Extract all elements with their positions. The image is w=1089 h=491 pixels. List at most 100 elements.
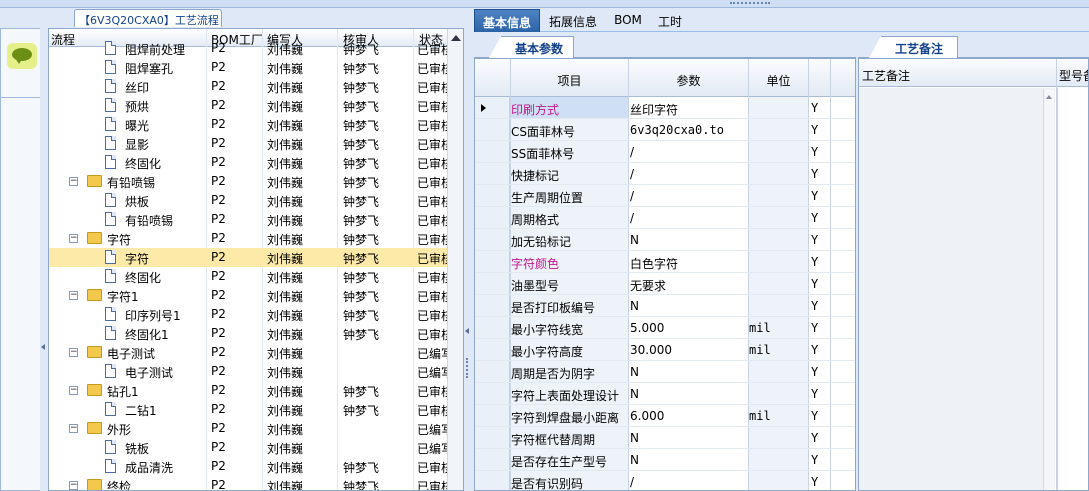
row-indicator[interactable] bbox=[475, 251, 510, 272]
tree-row[interactable]: 有铅喷锡 P2 刘伟巍 钟梦飞 已审核 bbox=[49, 210, 463, 229]
row-indicator[interactable] bbox=[475, 427, 510, 448]
param-row[interactable]: 生产周期位置 / Y bbox=[475, 185, 855, 207]
collapse-icon[interactable]: − bbox=[69, 386, 78, 395]
column-header-model-notes[interactable]: 型号备 bbox=[1059, 67, 1088, 84]
collapse-icon[interactable]: − bbox=[69, 424, 78, 433]
tree-row[interactable]: 终固化 P2 刘伟巍 钟梦飞 已审核 bbox=[49, 153, 463, 172]
row-indicator[interactable] bbox=[475, 317, 510, 338]
param-value-cell[interactable]: 无要求 bbox=[630, 277, 747, 294]
row-indicator[interactable] bbox=[475, 339, 510, 360]
tree-row[interactable]: 二钻1 P2 刘伟巍 钟梦飞 已审核 bbox=[49, 400, 463, 419]
param-value-cell[interactable]: / bbox=[630, 211, 747, 225]
param-value-cell[interactable]: 5.000 bbox=[630, 321, 747, 335]
collapse-icon[interactable]: − bbox=[69, 234, 78, 243]
row-indicator[interactable] bbox=[475, 141, 510, 162]
param-value-cell[interactable]: / bbox=[630, 167, 747, 181]
column-header-param[interactable]: 参数 bbox=[629, 72, 748, 89]
row-indicator[interactable] bbox=[475, 185, 510, 206]
param-row[interactable]: 最小字符高度 30.000 mil Y bbox=[475, 339, 855, 361]
collapse-icon[interactable]: − bbox=[69, 348, 78, 357]
param-value-cell[interactable]: / bbox=[630, 475, 747, 489]
process-notes-area[interactable] bbox=[859, 88, 1055, 490]
param-value-cell[interactable]: 30.000 bbox=[630, 343, 747, 357]
chat-icon[interactable] bbox=[7, 43, 37, 69]
param-row[interactable]: CS面菲林号 6v3q20cxa0.to Y bbox=[475, 119, 855, 141]
column-header-process-notes[interactable]: 工艺备注 bbox=[862, 67, 910, 84]
model-notes-area[interactable] bbox=[1057, 88, 1088, 490]
tree-row[interactable]: − 钻孔1 P2 刘伟巍 钟梦飞 已审核 bbox=[49, 381, 463, 400]
scroll-up-icon[interactable] bbox=[451, 35, 461, 41]
tree-row[interactable]: 铣板 P2 刘伟巍 已编写 bbox=[49, 438, 463, 457]
column-header-item[interactable]: 项目 bbox=[511, 72, 628, 89]
tree-row[interactable]: 预烘 P2 刘伟巍 钟梦飞 已审核 bbox=[49, 96, 463, 115]
tab-work-hours[interactable]: 工时 bbox=[652, 9, 688, 32]
param-row[interactable]: 印刷方式 丝印字符 Y bbox=[475, 97, 855, 119]
collapse-icon[interactable]: − bbox=[69, 177, 78, 186]
tree-row[interactable]: − 电子测试 P2 刘伟巍 已编写 bbox=[49, 343, 463, 362]
row-indicator[interactable] bbox=[475, 273, 510, 294]
tree-row[interactable]: − 终检 P2 刘伟巍 钟梦飞 已审核 bbox=[49, 476, 463, 490]
notes-scrollbar[interactable] bbox=[1043, 89, 1054, 490]
param-row[interactable]: 是否打印板编号 N Y bbox=[475, 295, 855, 317]
tree-row[interactable]: 曝光 P2 刘伟巍 钟梦飞 已审核 bbox=[49, 115, 463, 134]
param-value-cell[interactable]: N bbox=[630, 453, 747, 467]
param-value-cell[interactable]: N bbox=[630, 299, 747, 313]
left-splitter[interactable] bbox=[40, 28, 48, 491]
collapse-icon[interactable]: − bbox=[69, 291, 78, 300]
column-header-unit[interactable]: 单位 bbox=[749, 72, 808, 89]
row-indicator[interactable] bbox=[475, 471, 510, 490]
param-value-cell[interactable]: / bbox=[630, 189, 747, 203]
tree-row[interactable]: 阻焊前处理 P2 刘伟巍 钟梦飞 已审核 bbox=[49, 39, 463, 58]
tree-row[interactable]: − 字符 P2 刘伟巍 钟梦飞 已审核 bbox=[49, 229, 463, 248]
row-indicator[interactable] bbox=[475, 449, 510, 470]
tree-row[interactable]: 烘板 P2 刘伟巍 钟梦飞 已审核 bbox=[49, 191, 463, 210]
row-indicator[interactable] bbox=[475, 229, 510, 250]
param-row[interactable]: 快捷标记 / Y bbox=[475, 163, 855, 185]
row-indicator[interactable] bbox=[475, 97, 510, 118]
breadcrumb[interactable]: 【6V3Q20CXA0】工艺流程 bbox=[74, 9, 222, 27]
tab-process-notes[interactable]: 工艺备注 bbox=[869, 36, 958, 58]
param-row[interactable]: 字符到焊盘最小距离 6.000 mil Y bbox=[475, 405, 855, 427]
tree-row[interactable]: 显影 P2 刘伟巍 钟梦飞 已审核 bbox=[49, 134, 463, 153]
param-row[interactable]: 油墨型号 无要求 Y bbox=[475, 273, 855, 295]
row-indicator[interactable] bbox=[475, 163, 510, 184]
param-row[interactable]: 加无铅标记 N Y bbox=[475, 229, 855, 251]
tree-row[interactable]: 电子测试 P2 刘伟巍 已编写 bbox=[49, 362, 463, 381]
scroll-up-icon[interactable] bbox=[1046, 95, 1052, 99]
row-indicator[interactable] bbox=[475, 295, 510, 316]
tree-row[interactable]: 终固化 P2 刘伟巍 钟梦飞 已审核 bbox=[49, 267, 463, 286]
param-row[interactable]: 周期是否为阴字 N Y bbox=[475, 361, 855, 383]
param-row[interactable]: 字符框代替周期 N Y bbox=[475, 427, 855, 449]
param-value-cell[interactable]: 丝印字符 bbox=[630, 101, 747, 118]
row-indicator[interactable] bbox=[475, 361, 510, 382]
tree-row[interactable]: − 有铅喷锡 P2 刘伟巍 钟梦飞 已审核 bbox=[49, 172, 463, 191]
tab-extended-info[interactable]: 拓展信息 bbox=[542, 9, 604, 32]
collapse-icon[interactable]: − bbox=[69, 481, 78, 490]
param-value-cell[interactable]: 白色字符 bbox=[630, 255, 747, 272]
row-indicator[interactable] bbox=[475, 119, 510, 140]
tab-basic-params[interactable]: 基本参数 bbox=[489, 36, 574, 58]
param-row[interactable]: 是否有识别码 / Y bbox=[475, 471, 855, 490]
param-value-cell[interactable]: N bbox=[630, 233, 747, 247]
param-value-cell[interactable]: N bbox=[630, 387, 747, 401]
param-value-cell[interactable]: 6.000 bbox=[630, 409, 747, 423]
param-value-cell[interactable]: / bbox=[630, 145, 747, 159]
tree-row[interactable]: 成品清洗 P2 刘伟巍 钟梦飞 已审核 bbox=[49, 457, 463, 476]
param-row[interactable]: 字符颜色 白色字符 Y bbox=[475, 251, 855, 273]
param-value-cell[interactable]: 6v3q20cxa0.to bbox=[630, 123, 747, 137]
param-value-cell[interactable]: N bbox=[630, 431, 747, 445]
row-indicator[interactable] bbox=[475, 207, 510, 228]
tree-row[interactable]: 字符 P2 刘伟巍 钟梦飞 已审核 bbox=[49, 248, 463, 267]
param-row[interactable]: SS面菲林号 / Y bbox=[475, 141, 855, 163]
param-row[interactable]: 周期格式 / Y bbox=[475, 207, 855, 229]
tab-basic-info[interactable]: 基本信息 bbox=[474, 9, 540, 32]
tree-row[interactable]: 印序列号1 P2 刘伟巍 钟梦飞 已审核 bbox=[49, 305, 463, 324]
param-value-cell[interactable]: N bbox=[630, 365, 747, 379]
tree-row[interactable]: − 外形 P2 刘伟巍 已编写 bbox=[49, 419, 463, 438]
param-row[interactable]: 是否存在生产型号 N Y bbox=[475, 449, 855, 471]
tree-row[interactable]: 丝印 P2 刘伟巍 钟梦飞 已审核 bbox=[49, 77, 463, 96]
tree-row[interactable]: − 字符1 P2 刘伟巍 钟梦飞 已审核 bbox=[49, 286, 463, 305]
tree-scrollbar[interactable] bbox=[447, 29, 463, 490]
top-splitter[interactable] bbox=[0, 0, 1089, 8]
tab-bom[interactable]: BOM bbox=[610, 9, 646, 32]
